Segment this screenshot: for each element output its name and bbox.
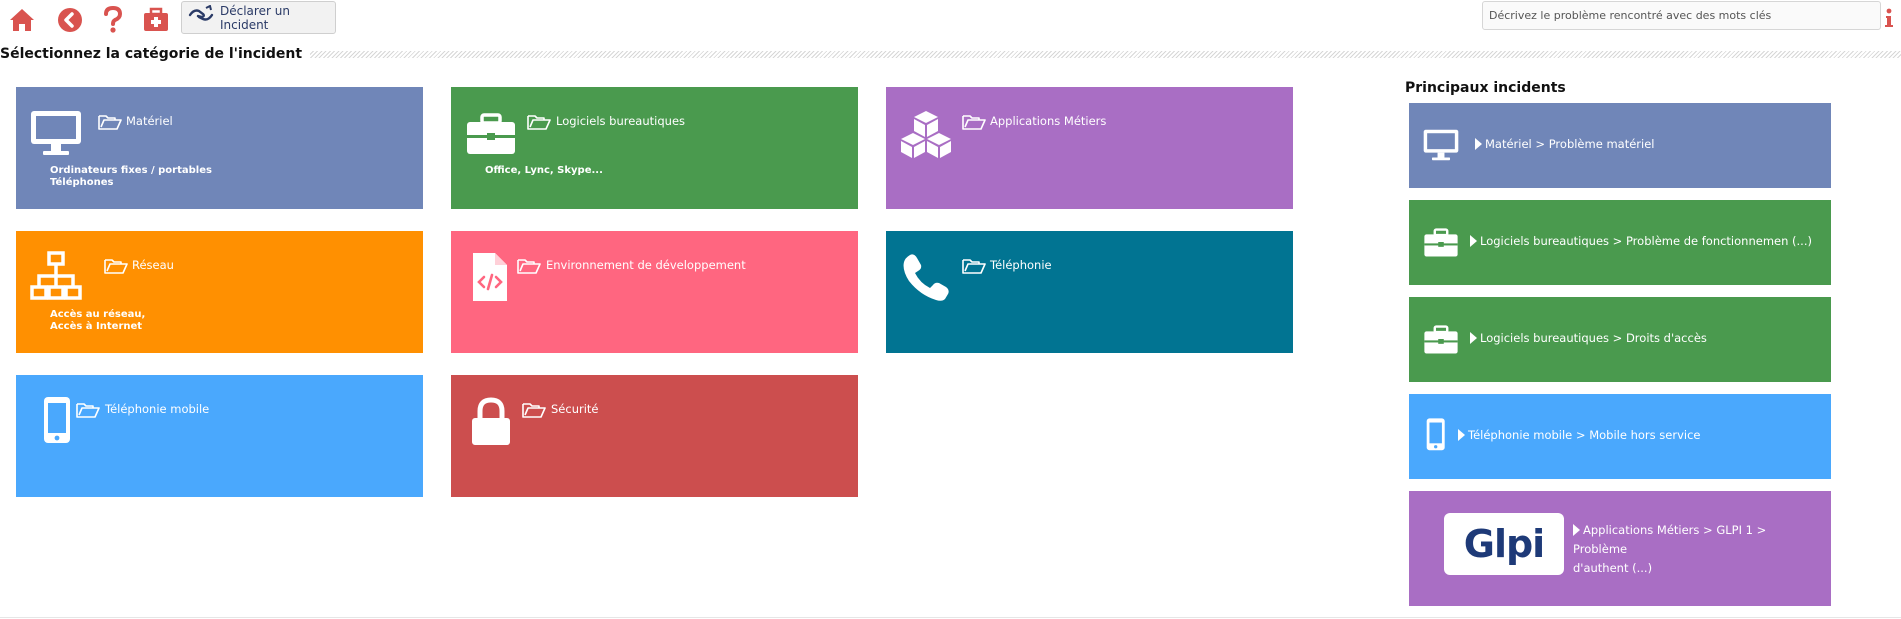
incident-label: Téléphonie mobile > Mobile hors service [1458, 426, 1700, 445]
mobile-icon [1426, 418, 1445, 451]
caret-right-icon [1458, 429, 1465, 441]
first-aid-kit-icon[interactable] [141, 5, 171, 35]
incident-tile[interactable]: Matériel > Problème matériel [1409, 103, 1831, 188]
incident-tile[interactable]: Logiciels bureautiques > Problème de fon… [1409, 200, 1831, 285]
info-icon[interactable] [1883, 8, 1895, 28]
glpi-logo: Glpi [1444, 513, 1564, 575]
folder-open-icon [98, 115, 122, 130]
category-name: Matériel [126, 114, 173, 128]
incident-label: Matériel > Problème matériel [1475, 135, 1654, 154]
section-divider [300, 51, 1901, 58]
category-tile-telephonie[interactable]: Téléphonie [886, 231, 1293, 353]
category-tile-securite[interactable]: Sécurité [451, 375, 858, 497]
search-input[interactable] [1482, 1, 1881, 30]
folder-open-icon [962, 259, 986, 274]
category-name: Logiciels bureautiques [556, 114, 686, 128]
folder-open-icon [104, 259, 128, 274]
folder-open-icon [527, 115, 551, 130]
briefcase-icon [467, 113, 515, 154]
declare-incident-icon [188, 4, 214, 30]
folder-open-icon [76, 403, 100, 418]
category-name: Applications Métiers [990, 114, 1107, 128]
footer-divider [0, 617, 1901, 618]
phone-icon [903, 254, 949, 301]
help-icon[interactable] [98, 5, 128, 35]
category-tile-materiel[interactable]: Matériel Ordinateurs fixes / portables Té… [16, 87, 423, 209]
incident-tile[interactable]: Logiciels bureautiques > Droits d'accès [1409, 297, 1831, 382]
incident-label: Logiciels bureautiques > Problème de fon… [1470, 232, 1812, 251]
category-name: Sécurité [551, 402, 599, 416]
category-tile-logiciels-bureautiques[interactable]: Logiciels bureautiques Office, Lync, Sky… [451, 87, 858, 209]
declare-incident-label: Déclarer un Incident [220, 3, 290, 32]
incident-tile[interactable]: Téléphonie mobile > Mobile hors service [1409, 394, 1831, 479]
mobile-icon [44, 397, 70, 443]
page-title: Sélectionnez la catégorie de l'incident [0, 46, 311, 62]
caret-right-icon [1475, 138, 1482, 150]
category-description: Ordinateurs fixes / portables Téléphones [50, 165, 212, 188]
category-name: Téléphonie mobile [105, 402, 210, 416]
briefcase-icon [1424, 228, 1458, 257]
incidents-title: Principaux incidents [1405, 80, 1566, 96]
incident-label: Logiciels bureautiques > Droits d'accès [1470, 329, 1707, 348]
folder-open-icon [517, 259, 541, 274]
category-tile-applications-metiers[interactable]: Applications Métiers [886, 87, 1293, 209]
briefcase-icon [1424, 325, 1458, 354]
network-icon [30, 251, 82, 300]
lock-icon [472, 397, 510, 445]
category-description: Office, Lync, Skype... [485, 165, 603, 176]
incident-tile[interactable]: Glpi Applications Métiers > GLPI 1 > Pro… [1409, 491, 1831, 606]
code-file-icon [473, 253, 507, 301]
caret-right-icon [1470, 332, 1477, 344]
category-name: Réseau [132, 258, 174, 272]
monitor-icon [1423, 129, 1459, 161]
home-icon[interactable] [7, 5, 37, 35]
caret-right-icon [1573, 524, 1580, 536]
category-tile-telephonie-mobile[interactable]: Téléphonie mobile [16, 375, 423, 497]
monitor-icon [31, 111, 81, 155]
folder-open-icon [962, 115, 986, 130]
category-description: Accès au réseau, Accès à Internet [50, 309, 146, 332]
incident-label: Applications Métiers > GLPI 1 > Problème… [1573, 523, 1767, 575]
category-tile-reseau[interactable]: Réseau Accès au réseau, Accès à Internet [16, 231, 423, 353]
category-tile-environnement-developpement[interactable]: Environnement de développement [451, 231, 858, 353]
back-icon[interactable] [55, 5, 85, 35]
category-name: Téléphonie [990, 258, 1052, 272]
declare-incident-button[interactable]: Déclarer un Incident [181, 1, 336, 34]
caret-right-icon [1470, 235, 1477, 247]
folder-open-icon [522, 403, 546, 418]
category-name: Environnement de développement [546, 258, 746, 272]
cubes-icon [901, 111, 951, 158]
